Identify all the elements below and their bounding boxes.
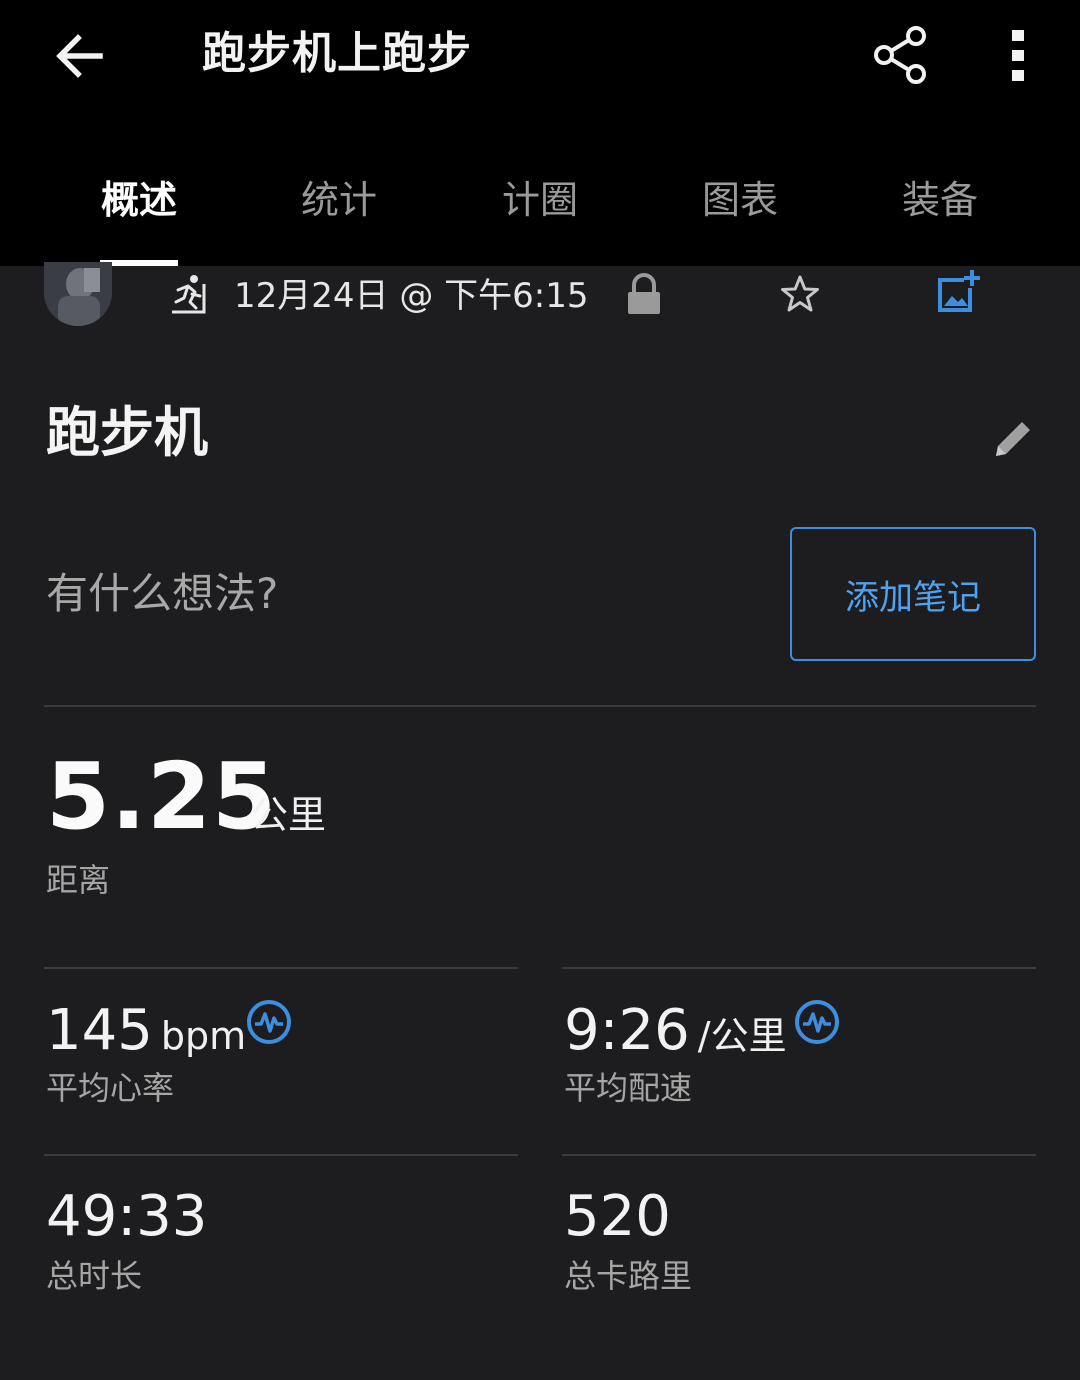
distance-unit: 公里 [250,793,327,837]
avg-pace-label: 平均配速 [564,1069,693,1107]
add-photo-icon[interactable] [934,268,980,316]
add-note-button[interactable]: 添加笔记 [790,527,1036,661]
distance-label: 距离 [46,861,111,899]
avg-heart-rate-value: 145 bpm [46,996,246,1071]
divider [44,1154,518,1156]
star-outline-icon[interactable] [778,272,822,316]
avg-heart-rate-number: 145 [46,998,153,1063]
edit-name-button[interactable] [990,416,1036,462]
avg-pace-unit: /公里 [697,1014,787,1058]
distance-value: 5.25 [46,743,277,850]
share-button[interactable] [868,22,934,88]
avg-pace-number: 9:26 [564,998,690,1063]
avg-heart-rate-unit: bpm [160,1014,247,1058]
arrow-left-icon [56,34,103,78]
divider [562,967,1036,969]
divider [44,705,1036,707]
avatar[interactable] [44,262,112,326]
lock-icon[interactable] [624,272,664,316]
total-time-label: 总时长 [46,1257,143,1295]
page-title: 跑步机上跑步 [202,28,472,79]
total-calories-value: 520 [564,1184,671,1249]
tab-charts[interactable]: 图表 [640,170,840,230]
tab-stats[interactable]: 统计 [239,170,439,230]
avg-heart-rate-label: 平均心率 [46,1069,175,1107]
activity-meta-row: 12月24日 @ 下午6:15 [0,262,1080,336]
more-vertical-icon [1012,30,1024,81]
tab-overview[interactable]: 概述 [39,170,239,230]
share-icon [874,26,926,84]
app-bar: 跑步机上跑步 概述 统计 计圈 图表 装备 [0,0,1080,266]
more-options-button[interactable] [996,22,1040,88]
total-time-value: 49:33 [46,1184,208,1249]
avatar-image [44,262,112,326]
tab-gear[interactable]: 装备 [840,170,1040,230]
treadmill-run-icon [172,275,206,314]
back-button[interactable] [48,24,112,88]
notes-prompt: 有什么想法? [46,569,279,618]
pencil-icon [996,422,1030,456]
heart-rate-sensor-icon [795,1000,839,1044]
divider [562,1154,1036,1156]
divider [44,967,518,969]
avg-pace-value: 9:26/公里 [564,996,787,1071]
activity-name: 跑步机 [46,401,208,464]
activity-datetime: 12月24日 @ 下午6:15 [234,276,589,316]
tab-laps[interactable]: 计圈 [440,170,640,230]
tab-bar: 概述 统计 计圈 图表 装备 [0,160,1080,266]
heart-rate-sensor-icon [247,1000,291,1044]
total-calories-label: 总卡路里 [564,1257,693,1295]
